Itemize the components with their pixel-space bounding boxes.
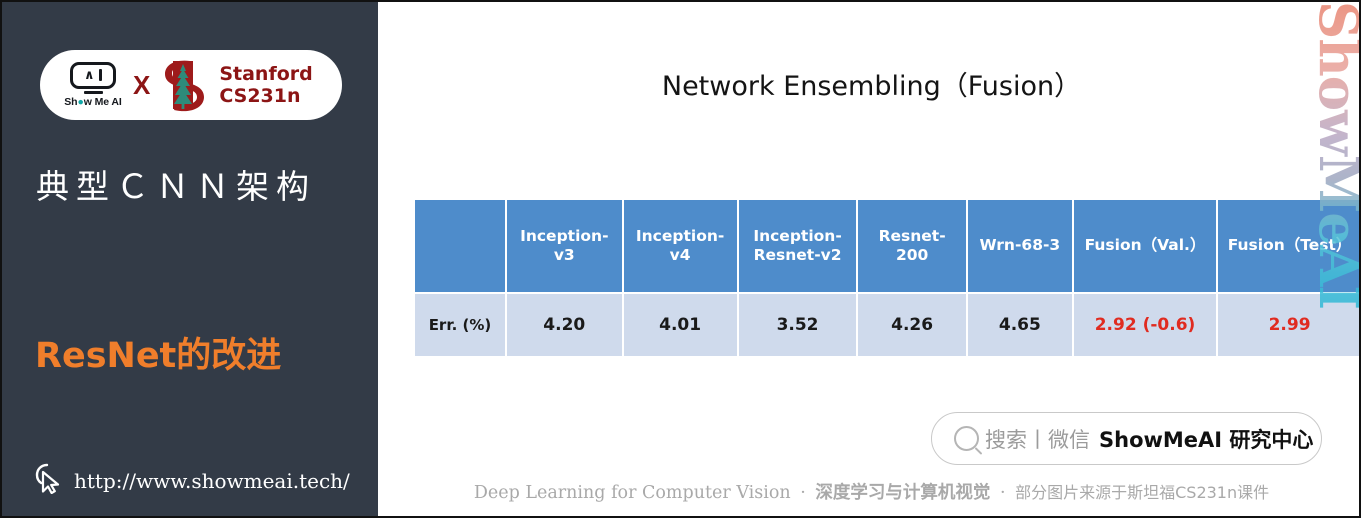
stanford-line-2: CS231n bbox=[219, 85, 301, 107]
wechat-search-box[interactable]: 搜索丨微信 ShowMeAI 研究中心 bbox=[931, 412, 1322, 465]
table-header-cell-2: Inception- v4 bbox=[623, 200, 737, 292]
footer-sep-2: · bbox=[999, 483, 1006, 503]
showmeai-wordmark: Sh●w Me AI bbox=[64, 96, 122, 109]
footer-en: Deep Learning for Computer Vision bbox=[473, 483, 791, 503]
search-account-name: ShowMeAI 研究中心 bbox=[1099, 427, 1314, 452]
header-line-a: Inception- bbox=[635, 226, 725, 245]
header-line-a: Fusion（Val.） bbox=[1084, 236, 1206, 255]
header-line-b: v3 bbox=[553, 246, 575, 264]
header-line-a: Fusion（Test） bbox=[1227, 236, 1352, 255]
cell-fusion-test: 2.99 bbox=[1218, 294, 1359, 356]
sidebar-subtitle: ResNet的改进 bbox=[35, 336, 282, 376]
page-title: Network Ensembling（Fusion） bbox=[661, 71, 1082, 102]
slide-root: ∧ Sh●w Me AI X Stanford CS231n 典型ＣＮＮ架构 R… bbox=[0, 0, 1361, 518]
header-line-b: 200 bbox=[895, 246, 929, 264]
caret-glyph: ∧ bbox=[84, 67, 95, 83]
cell-wrn-68-3: 4.65 bbox=[967, 294, 1072, 356]
footer-tail: 部分图片来源于斯坦福CS231n课件 bbox=[1015, 483, 1270, 502]
header-line-a: Inception- bbox=[520, 226, 609, 245]
header-line-b: v4 bbox=[669, 246, 691, 264]
search-icon bbox=[954, 426, 979, 451]
monitor-shape-icon: ∧ bbox=[70, 61, 116, 89]
header-line-b: Resnet-v2 bbox=[753, 246, 842, 264]
table-header-cell-6: Fusion（Val.） bbox=[1073, 200, 1217, 292]
cell-resnet-200: 4.26 bbox=[858, 294, 966, 356]
footer-cn-bold: 深度学习与计算机视觉 bbox=[815, 483, 991, 503]
sidebar-url-text[interactable]: http://www.showmeai.tech/ bbox=[74, 469, 350, 493]
header-line-a: Inception- bbox=[753, 226, 842, 245]
stanford-tree-icon bbox=[159, 57, 207, 113]
monitor-stand-icon bbox=[83, 91, 103, 95]
cross-icon: X bbox=[133, 70, 151, 100]
sidebar: ∧ Sh●w Me AI X Stanford CS231n 典型ＣＮＮ架构 R… bbox=[2, 2, 378, 516]
cell-inception-resnet-v2: 3.52 bbox=[738, 294, 857, 356]
cell-inception-v3: 4.20 bbox=[506, 294, 622, 356]
footer-caption: Deep Learning for Computer Vision · 深度学习… bbox=[380, 479, 1359, 504]
results-table: Inception- v3 Inception- v4 Inception- R… bbox=[413, 198, 1359, 358]
cell-inception-v4: 4.01 bbox=[623, 294, 737, 356]
row-label: Err. (%) bbox=[415, 294, 505, 356]
table-header-cell-1: Inception- v3 bbox=[506, 200, 622, 292]
table-header-row: Inception- v3 Inception- v4 Inception- R… bbox=[415, 200, 1359, 292]
stanford-line-1: Stanford bbox=[219, 62, 313, 85]
table-header-cell-5: Wrn-68-3 bbox=[967, 200, 1072, 292]
sidebar-url-block[interactable]: http://www.showmeai.tech/ bbox=[34, 462, 350, 499]
header-line-a: Wrn-68-3 bbox=[979, 236, 1061, 255]
cell-fusion-val: 2.92 (-0.6) bbox=[1073, 294, 1217, 356]
header-line-a: Resnet- bbox=[878, 226, 946, 245]
stanford-label: Stanford CS231n bbox=[219, 63, 312, 108]
sidebar-title: 典型ＣＮＮ架构 bbox=[36, 167, 316, 206]
table-header-cell-7: Fusion（Test） bbox=[1218, 200, 1359, 292]
search-hint-text: 搜索丨微信 bbox=[985, 427, 1090, 452]
brand-badge: ∧ Sh●w Me AI X Stanford CS231n bbox=[40, 50, 342, 120]
table-header-cell-4: Resnet- 200 bbox=[858, 200, 966, 292]
table-row: Err. (%) 4.20 4.01 3.52 4.26 4.65 2.92 (… bbox=[415, 294, 1359, 356]
main-content: Network Ensembling（Fusion） Inception- v3… bbox=[380, 2, 1359, 516]
bar-glyph bbox=[98, 69, 102, 82]
table-header-cell-3: Inception- Resnet-v2 bbox=[738, 200, 857, 292]
footer-sep-1: · bbox=[800, 483, 806, 503]
cursor-click-icon bbox=[34, 462, 64, 499]
showmeai-logo-icon: ∧ Sh●w Me AI bbox=[60, 58, 126, 112]
table-header-cell-0 bbox=[415, 200, 505, 292]
